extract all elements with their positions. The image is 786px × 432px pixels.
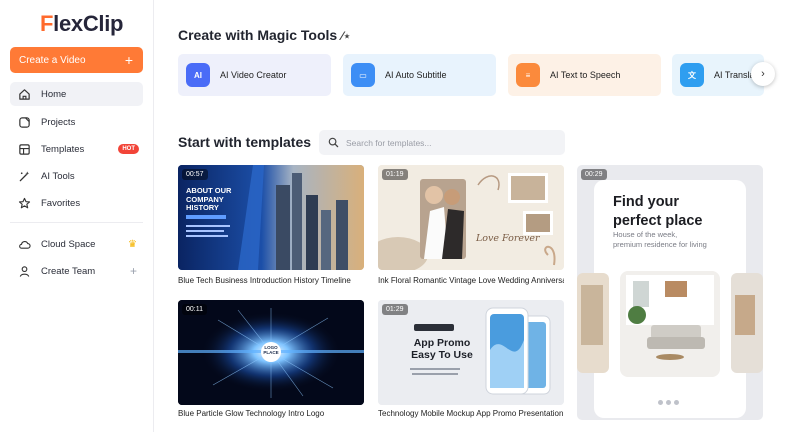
search-input[interactable] bbox=[346, 137, 546, 148]
sidebar-item-home[interactable]: Home bbox=[10, 82, 143, 106]
card-overlay-text: ABOUT OUR COMPANY HISTORY bbox=[186, 186, 232, 212]
card-overlay-text: LOGO PLACE bbox=[263, 345, 279, 355]
folder-icon bbox=[17, 115, 31, 129]
carousel-dot[interactable] bbox=[658, 400, 663, 405]
create-video-label: Create a Video bbox=[19, 54, 86, 66]
search-icon bbox=[328, 137, 339, 148]
carousel-dot[interactable] bbox=[674, 400, 679, 405]
translate-icon: 文 bbox=[680, 63, 704, 87]
carousel-dot[interactable] bbox=[666, 400, 671, 405]
home-icon bbox=[17, 87, 31, 101]
sidebar-divider bbox=[10, 222, 143, 223]
card-overlay-text: App Promo Easy To Use bbox=[411, 337, 473, 361]
sidebar: FlexClip Create a Video + Home Projects … bbox=[0, 0, 154, 432]
carousel-dots bbox=[658, 400, 679, 405]
magic-wand-icon: ⁄⋆ bbox=[341, 29, 351, 43]
duration-badge: 00:29 bbox=[581, 169, 607, 180]
ai-video-creator-icon: AI bbox=[186, 63, 210, 87]
template-search-bar[interactable] bbox=[319, 130, 565, 155]
tool-ai-text-to-speech[interactable]: ≡ AI Text to Speech bbox=[508, 54, 661, 96]
next-arrow-button[interactable]: › bbox=[751, 62, 775, 86]
sidebar-item-label: Templates bbox=[41, 143, 85, 155]
tool-label: AI Video Creator bbox=[220, 70, 287, 80]
duration-badge: 01:29 bbox=[382, 304, 408, 315]
sidebar-item-ai-tools[interactable]: AI Tools bbox=[10, 164, 143, 188]
duration-badge: 00:57 bbox=[182, 169, 208, 180]
user-icon bbox=[17, 264, 31, 278]
plus-icon: + bbox=[124, 52, 133, 68]
sidebar-item-label: AI Tools bbox=[41, 170, 75, 182]
duration-badge: 01:19 bbox=[382, 169, 408, 180]
chevron-right-icon: › bbox=[761, 68, 765, 80]
sidebar-item-label: Favorites bbox=[41, 197, 81, 209]
flexclip-logo[interactable]: FlexClip bbox=[40, 11, 123, 37]
tool-ai-video-creator[interactable]: AI AI Video Creator bbox=[178, 54, 331, 96]
template-thumbnail bbox=[178, 165, 364, 270]
crown-icon: ♛ bbox=[128, 238, 137, 250]
card-headline: Find your perfect place bbox=[613, 194, 703, 229]
template-caption: Technology Mobile Mockup App Promo Prese… bbox=[378, 409, 564, 418]
tool-ai-auto-subtitle[interactable]: ▭ AI Auto Subtitle bbox=[343, 54, 496, 96]
star-icon bbox=[17, 196, 31, 210]
sidebar-item-projects[interactable]: Projects bbox=[10, 110, 143, 134]
sidebar-item-cloud-space[interactable]: Cloud Space ♛ bbox=[10, 232, 143, 256]
sidebar-item-create-team[interactable]: Create Team + bbox=[10, 259, 143, 283]
speech-bubble-icon: ≡ bbox=[516, 63, 540, 87]
duration-badge: 00:11 bbox=[182, 304, 207, 315]
tool-label: AI Text to Speech bbox=[550, 70, 621, 80]
templates-heading: Start with templates bbox=[178, 134, 312, 150]
sidebar-item-label: Create Team bbox=[41, 265, 96, 277]
templates-icon bbox=[17, 142, 31, 156]
sidebar-item-favorites[interactable]: Favorites bbox=[10, 191, 143, 215]
template-card-app-promo[interactable]: App Promo Easy To Use 01:29 bbox=[378, 300, 564, 405]
subtitle-icon: ▭ bbox=[351, 63, 375, 87]
magic-tools-heading: Create with Magic Tools ⁄⋆ bbox=[178, 27, 351, 43]
card-overlay-text: Love Forever bbox=[476, 233, 540, 244]
magic-wand-icon bbox=[17, 169, 31, 183]
sidebar-item-label: Home bbox=[41, 88, 67, 100]
sidebar-item-templates[interactable]: Templates HOT bbox=[10, 137, 143, 161]
create-video-button[interactable]: Create a Video + bbox=[10, 47, 143, 73]
cloud-icon bbox=[17, 237, 31, 251]
template-caption: Blue Tech Business Introduction History … bbox=[178, 276, 351, 285]
template-card-particle-glow[interactable]: LOGO PLACE 00:11 bbox=[178, 300, 364, 405]
template-caption: Ink Floral Romantic Vintage Love Wedding… bbox=[378, 276, 564, 285]
tool-label: AI Auto Subtitle bbox=[385, 70, 447, 80]
sidebar-item-label: Projects bbox=[41, 116, 76, 128]
add-team-icon[interactable]: + bbox=[130, 264, 137, 278]
template-card-wedding[interactable]: Love Forever 01:19 bbox=[378, 165, 564, 270]
template-thumbnail bbox=[378, 165, 564, 270]
card-subheadline: House of the week, premium residence for… bbox=[613, 230, 707, 249]
hot-badge: HOT bbox=[118, 144, 139, 154]
sidebar-item-label: Cloud Space bbox=[41, 238, 96, 250]
template-caption: Blue Particle Glow Technology Intro Logo bbox=[178, 409, 325, 418]
template-card-blue-tech[interactable]: ABOUT OUR COMPANY HISTORY 00:57 bbox=[178, 165, 364, 270]
